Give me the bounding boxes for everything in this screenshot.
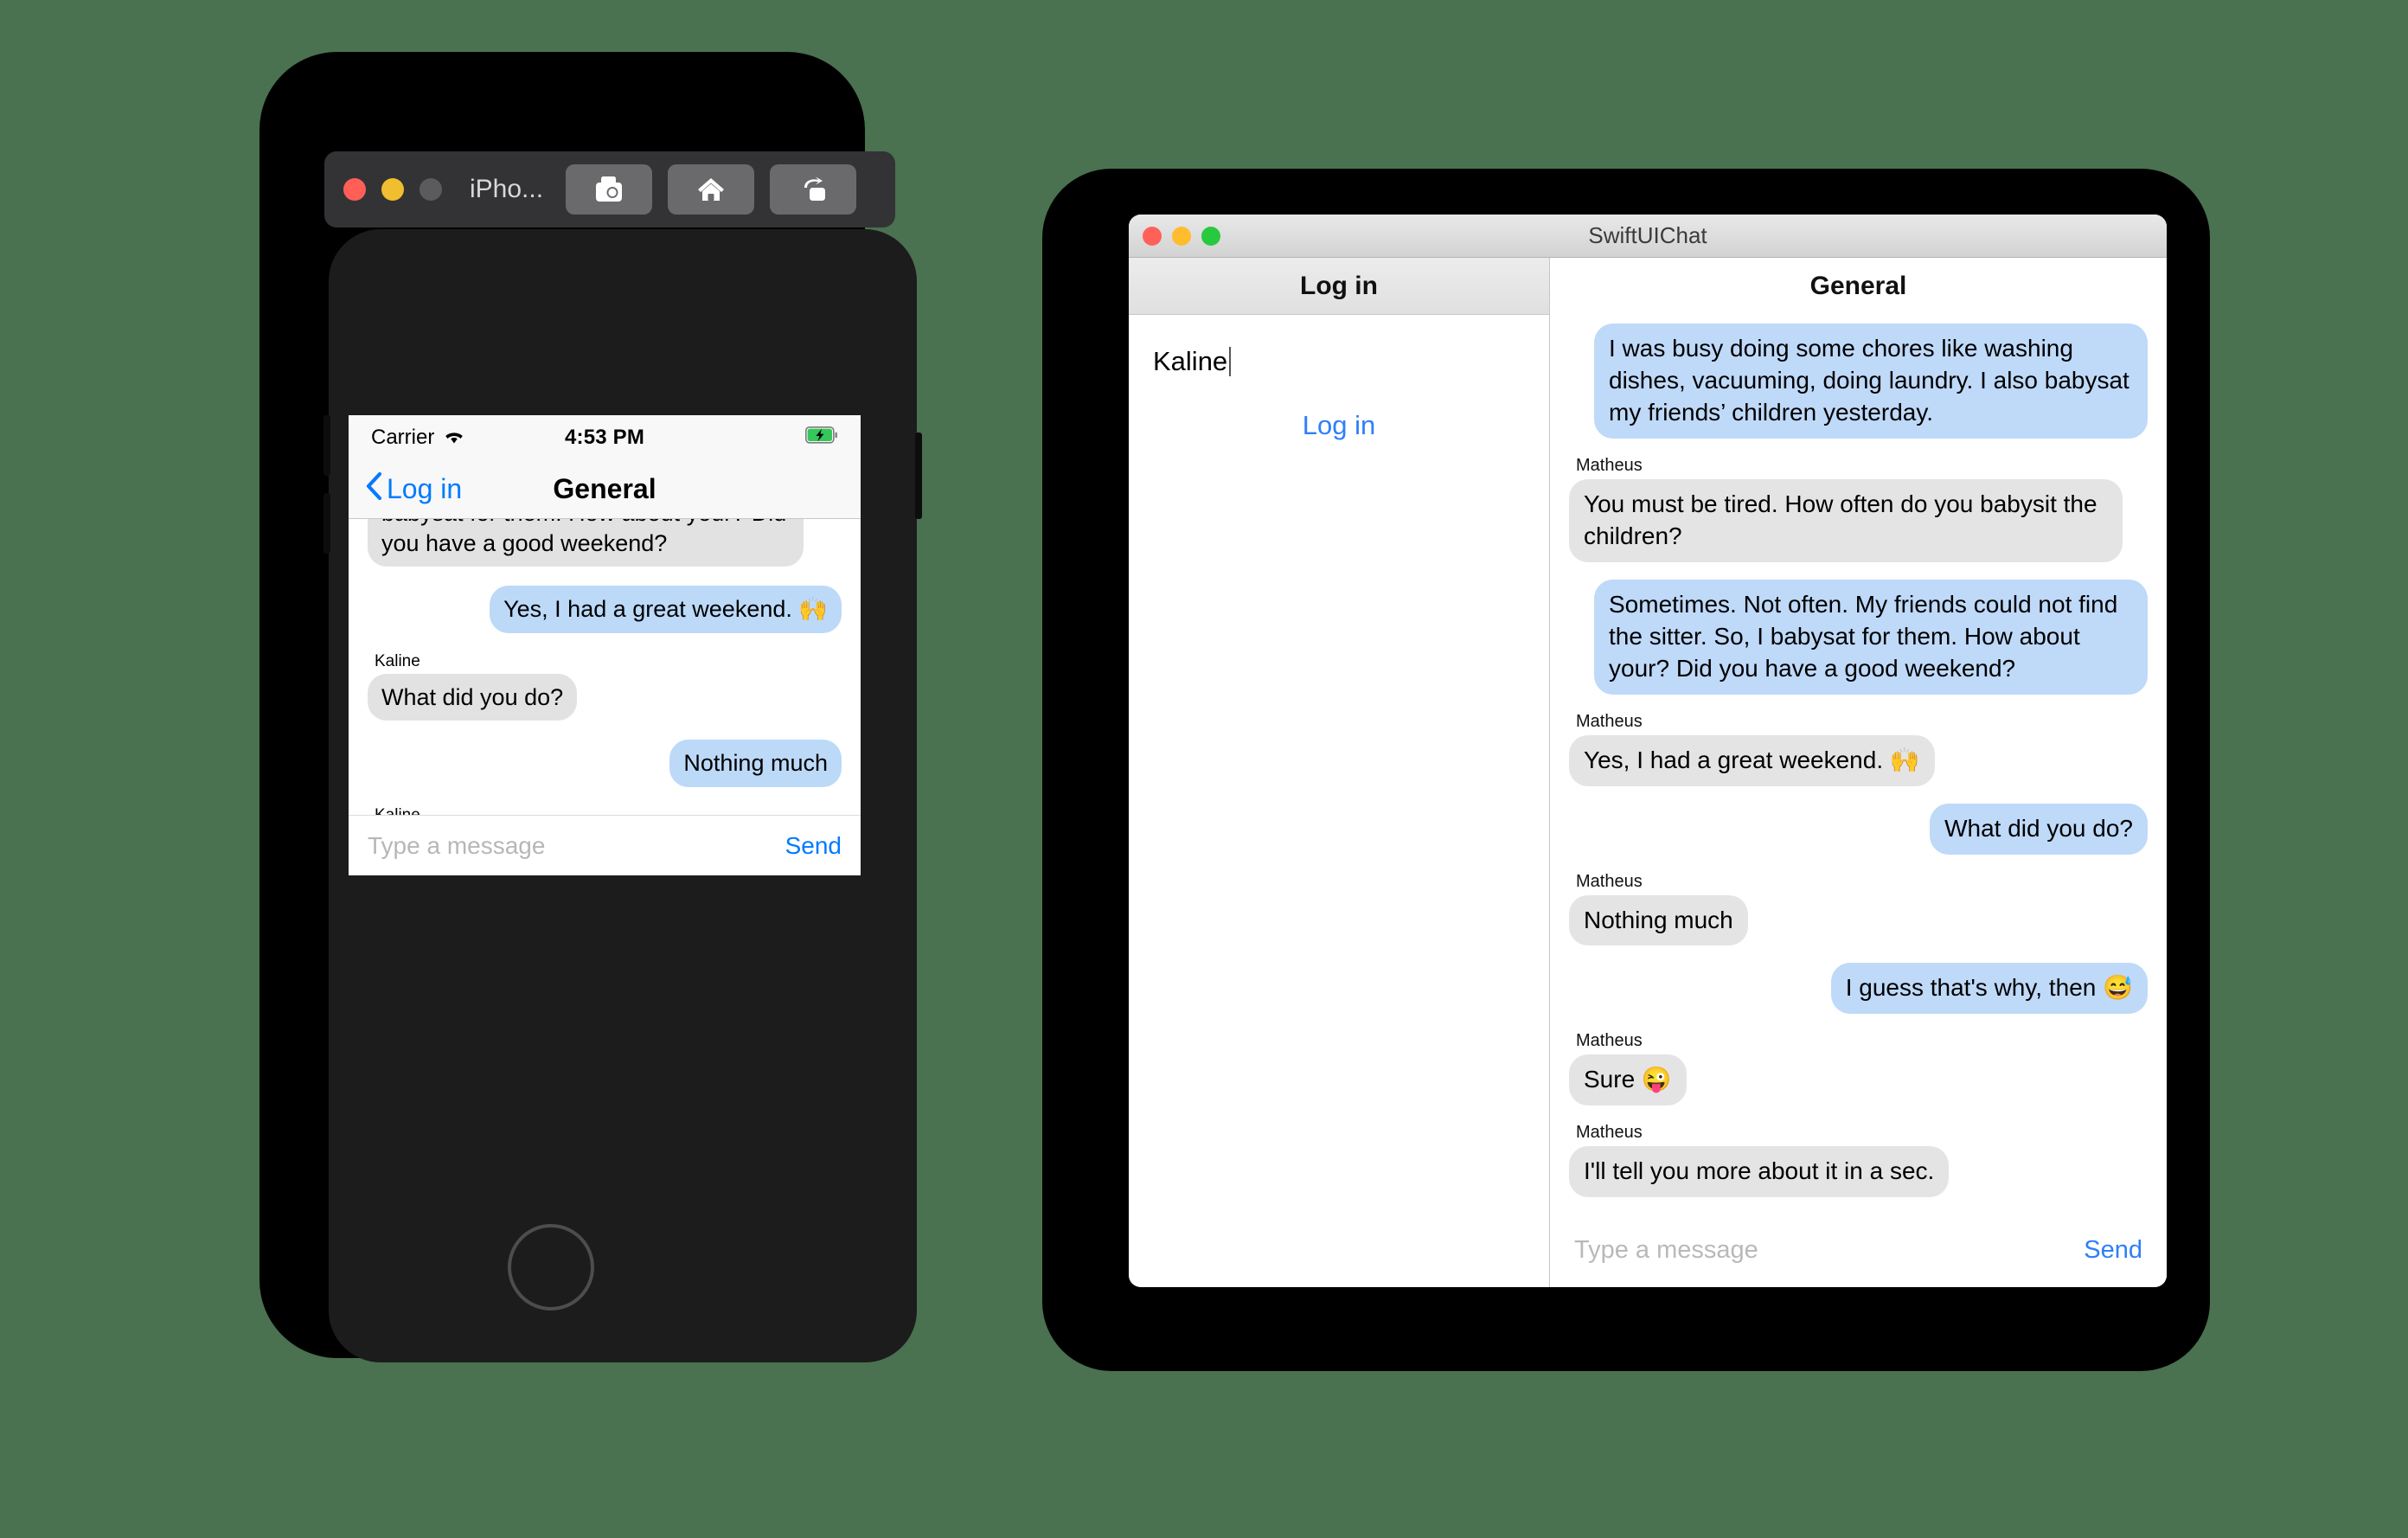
message-bubble: What did you do? (368, 673, 578, 721)
name-input-value: Kaline (1153, 346, 1228, 376)
message-bubble: Sometimes. Not often. My friends could n… (1594, 579, 2148, 695)
message-sender: Matheus (1576, 871, 1643, 891)
message-bubble: You must be tired. How often do you baby… (1569, 478, 2123, 562)
message-row: I guess that's why, then 😅 (1569, 963, 2148, 1015)
battery-charging-icon (805, 426, 838, 450)
sidebar-body: Kaline Log in (1129, 315, 1549, 1287)
message-input[interactable]: Type a message (368, 832, 785, 860)
simulator-traffic-lights (343, 178, 442, 201)
message-row: Sometimes. Not often. My friends could n… (1569, 579, 2148, 695)
message-bubble: What did you do? (1930, 803, 2148, 855)
message-bubble: I was busy doing some chores like washin… (1594, 324, 2148, 439)
send-button[interactable]: Send (785, 832, 842, 860)
message-row: Nothing much (368, 740, 842, 787)
ios-input-bar: Type a message Send (349, 815, 861, 875)
ios-message-list[interactable]: babysat for them. How about your? Did yo… (349, 519, 861, 815)
camera-icon (593, 176, 624, 202)
mac-input-bar: Type a message Send (1550, 1213, 2167, 1287)
message-row: I was busy doing some chores like washin… (1569, 324, 2148, 439)
message-row: Kaline What did you do? (368, 652, 842, 721)
mac-message-list[interactable]: I was busy doing some chores like washin… (1550, 315, 2167, 1213)
message-row: Kaline I guess that's why, then 😅 (368, 806, 842, 815)
iphone-simulator-device: iPho... Carrier 4:53 PM Log in General y… (259, 52, 922, 1362)
iphone-home-button[interactable] (508, 1224, 594, 1311)
mac-title-bar: SwiftUIChat (1129, 215, 2167, 258)
message-row: Matheus Nothing much (1569, 872, 2148, 946)
message-sender: Kaline (375, 651, 420, 670)
message-row: Matheus Sure 😜 (1569, 1031, 2148, 1106)
ios-nav-bar: Log in General (349, 460, 861, 519)
message-sender: Matheus (1576, 1031, 1643, 1051)
message-bubble: Nothing much (1569, 894, 1748, 946)
mac-zoom-button[interactable] (1201, 226, 1220, 246)
volume-down-button[interactable] (323, 493, 330, 554)
channel-title: General (1550, 258, 2167, 315)
rotate-share-icon (799, 176, 827, 202)
volume-up-button[interactable] (323, 415, 330, 476)
screenshot-stage: iPho... Carrier 4:53 PM Log in General y… (0, 0, 2408, 1538)
mac-traffic-lights (1143, 226, 1220, 246)
message-sender: Matheus (1576, 455, 1643, 475)
rotate-button[interactable] (770, 164, 857, 215)
simulator-toolbar: iPho... (324, 151, 895, 227)
mac-minimize-button[interactable] (1172, 226, 1191, 246)
nav-back-label: Log in (387, 473, 463, 504)
ios-status-bar: Carrier 4:53 PM (349, 415, 861, 460)
mac-sidebar: Log in Kaline Log in (1129, 258, 1550, 1287)
simulator-button-group (566, 164, 857, 215)
message-row: Matheus Yes, I had a great weekend. 🙌 (1569, 712, 2148, 786)
message-bubble: Yes, I had a great weekend. 🙌 (1569, 734, 1935, 786)
nav-back-button[interactable]: Log in (366, 471, 463, 507)
name-input[interactable]: Kaline (1129, 346, 1549, 377)
iphone-screen: Carrier 4:53 PM Log in General you have … (349, 415, 861, 875)
home-icon (696, 176, 726, 202)
mac-window-title: SwiftUIChat (1588, 222, 1707, 248)
simulator-zoom-button (419, 178, 442, 201)
message-sender: Kaline (375, 806, 420, 815)
screenshot-button[interactable] (566, 164, 653, 215)
text-cursor (1229, 347, 1232, 376)
message-bubble: I'll tell you more about it in a sec. (1569, 1146, 1950, 1198)
message-row: babysat for them. How about your? Did yo… (368, 519, 842, 567)
login-button[interactable]: Log in (1129, 410, 1549, 441)
power-button[interactable] (915, 433, 922, 519)
swiftuichat-window: SwiftUIChat Log in Kaline Log in General… (1129, 215, 2167, 1287)
message-sender: Matheus (1576, 711, 1643, 731)
message-bubble: I guess that's why, then 😅 (1830, 963, 2148, 1015)
status-bar-time: 4:53 PM (564, 426, 645, 449)
wifi-icon (443, 426, 465, 450)
send-button[interactable]: Send (2084, 1236, 2142, 1265)
message-row: What did you do? (1569, 803, 2148, 855)
message-row: Matheus I'll tell you more about it in a… (1569, 1123, 2148, 1198)
mac-close-button[interactable] (1143, 226, 1162, 246)
mac-main-panel: General I was busy doing some chores lik… (1550, 258, 2167, 1287)
message-sender: Matheus (1576, 1123, 1643, 1143)
message-bubble: babysat for them. How about your? Did yo… (368, 519, 804, 567)
message-bubble: Sure 😜 (1569, 1054, 1687, 1106)
message-input[interactable]: Type a message (1574, 1236, 2084, 1265)
status-bar-right (644, 426, 838, 450)
message-bubble: Nothing much (669, 740, 842, 787)
simulator-minimize-button[interactable] (381, 178, 404, 201)
message-bubble: Yes, I had a great weekend. 🙌 (490, 586, 842, 633)
carrier-label: Carrier (371, 426, 435, 449)
simulator-close-button[interactable] (343, 178, 366, 201)
sidebar-header: Log in (1129, 258, 1549, 315)
home-button[interactable] (668, 164, 755, 215)
message-row: Matheus You must be tired. How often do … (1569, 456, 2148, 562)
mac-window-content: Log in Kaline Log in General I was busy … (1129, 258, 2167, 1287)
simulator-window-title: iPho... (470, 175, 544, 203)
chevron-left-icon (366, 471, 387, 507)
message-row: Yes, I had a great weekend. 🙌 (368, 586, 842, 633)
status-bar-left: Carrier (371, 426, 565, 450)
